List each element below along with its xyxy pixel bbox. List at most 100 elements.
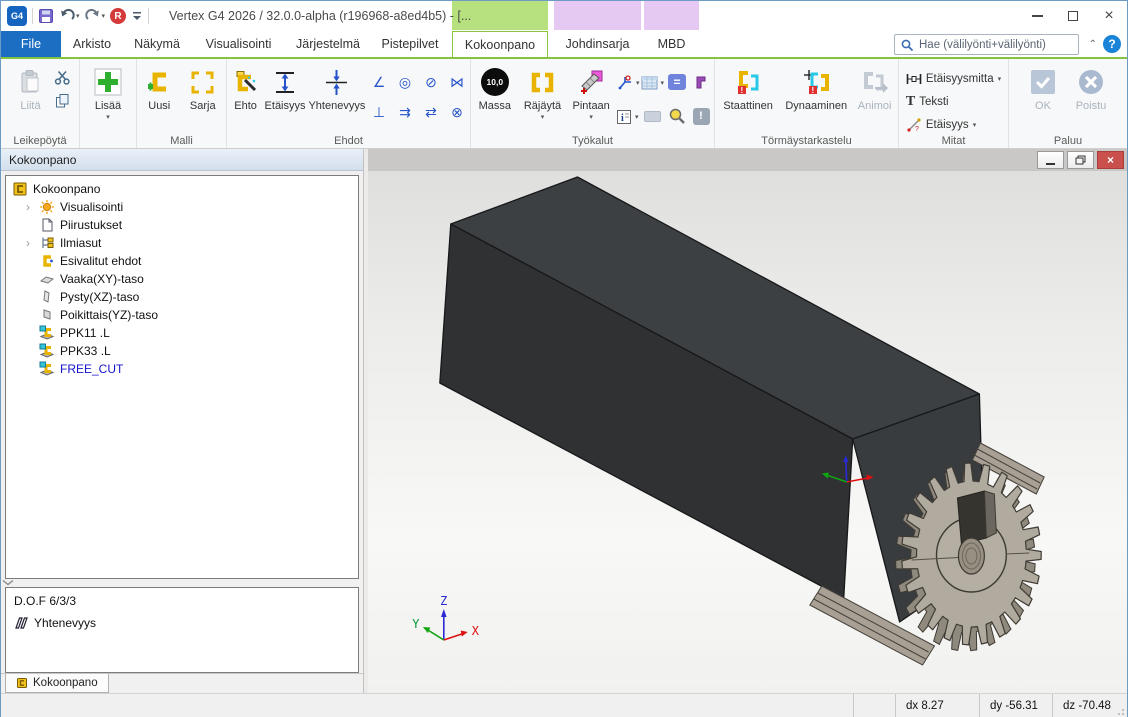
new-part-button[interactable]: Uusi [139,63,180,129]
tab-mbd[interactable]: MBD [644,31,699,57]
block-part [440,177,985,622]
tree-item-plane-xz[interactable]: Pysty(XZ)-taso [8,288,356,306]
to-surface-button[interactable]: Pintaan ▾ [568,63,614,129]
angle-constraint-icon[interactable]: ∠ [368,71,390,93]
viewport-close-button[interactable]: × [1097,151,1124,169]
tab-jarjestelma[interactable]: Järjestelmä [286,31,370,57]
skeleton-tool-button[interactable]: ▾ [616,71,640,95]
equals-tool-button[interactable]: = [666,71,688,93]
tab-johdinsarja[interactable]: Johdinsarja [554,31,641,57]
tree-item-drawings[interactable]: Piirustukset [8,216,356,234]
animate-button[interactable]: Animoi [853,63,896,129]
measure-distance-button[interactable]: ? Etäisyys ▾ [906,115,1001,135]
exit-button[interactable]: Poistu [1067,63,1115,129]
tree-item-preselected-constraints[interactable]: Esivalitut ehdot [8,252,356,270]
paste-button[interactable]: Liitä [10,63,52,129]
tree-item-ppk11[interactable]: PPK11 .L [8,324,356,342]
cut-button[interactable] [54,69,71,85]
tree-item-representations[interactable]: › Ilmiasut [8,234,356,252]
viewport-window: × [368,149,1127,693]
panel-collapse-handle[interactable] [1,579,363,587]
table-dropdown-icon[interactable]: ▾ [660,79,664,87]
window-controls: × [1019,1,1127,31]
tree-item-plane-yz[interactable]: Poikittais(YZ)-taso [8,306,356,324]
tab-visualisointi[interactable]: Visualisointi [191,31,286,57]
distance-dimension-dropdown-icon[interactable]: ▾ [998,75,1002,83]
info-dropdown-icon[interactable]: ▾ [635,113,639,121]
ribbon-collapse-chevron-icon[interactable]: ⌃ [1089,39,1097,50]
help-button[interactable]: ? [1103,35,1121,53]
redo-dropdown-icon[interactable]: ▾ [102,12,106,20]
clamp-tool-button[interactable] [690,71,712,93]
save-icon[interactable] [38,8,54,24]
tab-pistepilvet[interactable]: Pistepilvet [370,31,450,57]
perpendicular-constraint-icon[interactable]: ⊥ [368,101,390,123]
distance-constraint-button[interactable]: Etäisyys [264,63,306,129]
tab-nakyma[interactable]: Näkymä [123,31,191,57]
3d-viewport-canvas[interactable]: Z Y X [368,171,1127,693]
tab-file[interactable]: File [1,31,61,57]
ok-button[interactable]: OK [1021,63,1065,129]
antitangent-constraint-icon[interactable]: ⊗ [446,101,468,123]
zoom-check-button[interactable] [666,105,688,127]
tab-kokoonpano[interactable]: Kokoonpano [452,31,548,57]
info-tool-button[interactable]: i ▾ [616,105,640,129]
close-window-button[interactable]: × [1091,1,1127,31]
skeleton-dropdown-icon[interactable]: ▾ [636,79,640,87]
viewport-minimize-button[interactable] [1037,151,1064,169]
tree-item-visualization[interactable]: › Visualisointi [8,198,356,216]
tree-item-ppk33[interactable]: PPK33 .L [8,342,356,360]
app-logo-icon[interactable]: G4 [7,6,27,26]
panel-tab-assembly[interactable]: Kokoonpano [5,674,109,693]
customize-toolbar-button[interactable] [131,9,143,23]
measure-distance-dropdown-icon[interactable]: ▾ [973,121,977,129]
to-surface-dropdown-icon[interactable]: ▾ [589,113,593,121]
record-badge-icon[interactable]: R [110,8,126,24]
table-tool-button[interactable]: ▾ [641,71,664,95]
add-button[interactable]: Lisää ▾ [84,63,132,129]
tab-arkisto[interactable]: Arkisto [61,31,123,57]
constraint-button[interactable]: Ehto [229,63,262,129]
ribbon-group-add: Lisää ▾ [80,59,137,148]
undo-dropdown-icon[interactable]: ▾ [76,12,80,20]
coincident-constraint-button[interactable]: Yhtenevyys [308,63,366,129]
search-placeholder: Hae (välilyönti+välilyönti) [919,39,1046,51]
tree-item-root[interactable]: Kokoonpano [8,180,356,198]
resize-grip[interactable] [1115,706,1125,716]
text-dimension-button[interactable]: T Teksti [906,92,1001,112]
series-icon [189,67,216,97]
assembly-tree[interactable]: Kokoonpano › Visualisointi Piirustukset … [5,175,359,579]
add-dropdown-icon[interactable]: ▾ [106,113,110,121]
maximize-window-button[interactable] [1055,1,1091,31]
mass-button[interactable]: 10,0 Massa [473,63,517,129]
opposed-constraint-icon[interactable]: ⇄ [420,101,442,123]
slab-tool-icon [641,105,663,127]
tree-item-free-cut[interactable]: FREE_CUT [8,360,356,378]
redo-button[interactable]: ▾ [85,8,106,24]
expand-chevron-icon[interactable]: › [22,200,34,214]
series-button[interactable]: Sarja [182,63,224,129]
symmetric-constraint-icon[interactable]: ⋈ [446,71,468,93]
dof-constraint-item[interactable]: Yhtenevyys [14,616,350,630]
ribbon-group-collision: ! Staattinen ! Dynaaminen Animoi Törmäys… [715,59,899,148]
viewport-restore-button[interactable] [1067,151,1094,169]
distance-dimension-button[interactable]: Etäisyysmitta ▾ [906,69,1001,89]
dynamic-collision-button[interactable]: ! Dynaaminen [781,63,851,129]
tangent-constraint-icon[interactable]: ⊘ [420,71,442,93]
concentric-constraint-icon[interactable]: ◎ [394,71,416,93]
copy-button[interactable] [54,93,71,109]
static-collision-icon: ! [735,67,762,97]
panel-tab-strip: Kokoonpano [1,673,363,693]
warning-tool-button[interactable]: ! [690,105,712,127]
explode-icon [529,67,556,97]
expand-chevron-icon[interactable]: › [22,236,34,250]
parallel-constraint-icon[interactable]: ⇉ [394,101,416,123]
undo-button[interactable]: ▾ [59,8,80,24]
explode-dropdown-icon[interactable]: ▾ [541,113,545,121]
mass-value-icon: 10,0 [481,68,509,96]
search-input[interactable]: Hae (välilyönti+välilyönti) [894,34,1079,55]
static-collision-button[interactable]: ! Staattinen [717,63,779,129]
minimize-window-button[interactable] [1019,1,1055,31]
explode-button[interactable]: Räjäytä ▾ [519,63,567,129]
tree-item-plane-xy[interactable]: Vaaka(XY)-taso [8,270,356,288]
